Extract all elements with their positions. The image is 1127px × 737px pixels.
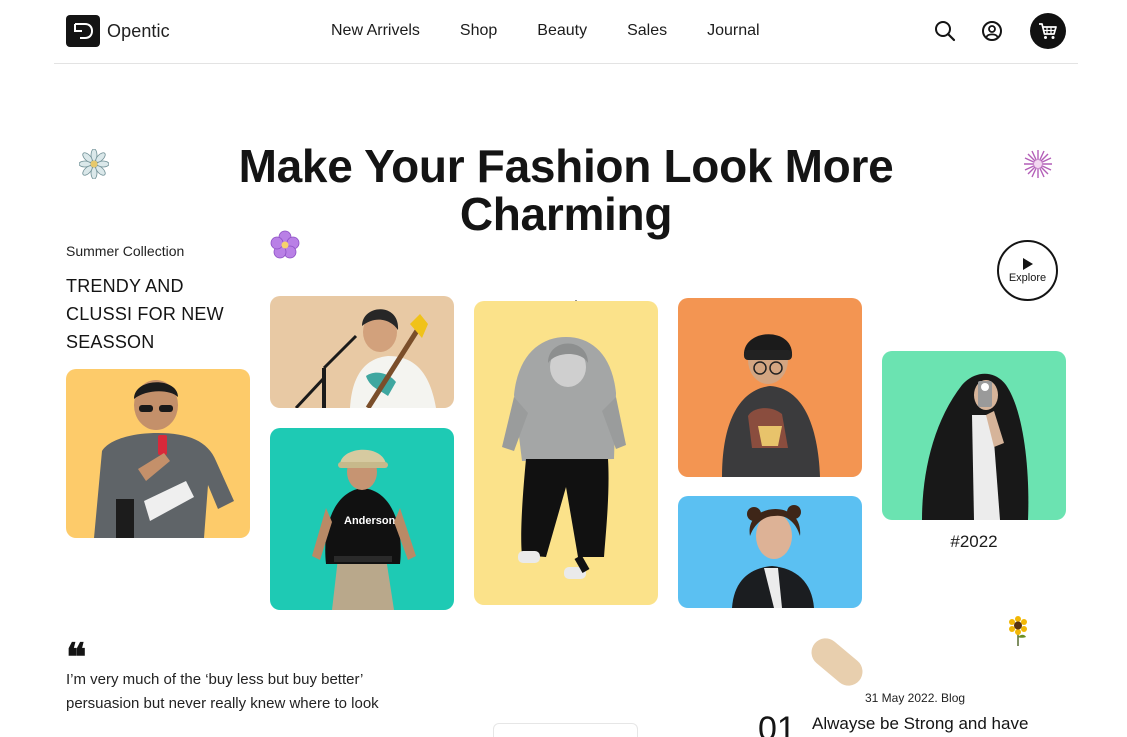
nav-item-journal[interactable]: Journal bbox=[707, 21, 759, 41]
photo-card-selfie[interactable] bbox=[882, 351, 1066, 520]
photo-card-bucket-hat[interactable]: Anderson bbox=[270, 428, 454, 610]
hero-headline: Make Your Fashion Look More Charming bbox=[238, 140, 894, 240]
main-nav: New Arrivels Shop Beauty Sales Journal bbox=[331, 21, 760, 41]
pink-daisy-icon bbox=[1022, 148, 1054, 185]
person-photo bbox=[922, 373, 1029, 520]
user-circle-icon[interactable] bbox=[981, 20, 1003, 42]
person-photo bbox=[732, 505, 814, 608]
nav-item-new-arrivals[interactable]: New Arrivels bbox=[331, 21, 420, 41]
play-icon bbox=[1022, 257, 1033, 270]
explore-label: Explore bbox=[1008, 271, 1047, 284]
person-photo: Anderson bbox=[312, 449, 416, 610]
svg-text:Anderson: Anderson bbox=[344, 515, 396, 527]
photo-card-curly-hair[interactable] bbox=[678, 496, 862, 608]
testimonial-text: I’m very much of the ‘buy less but buy b… bbox=[66, 671, 379, 712]
person-photo bbox=[722, 334, 820, 477]
photo-card-hoodie[interactable] bbox=[474, 301, 658, 605]
purple-flower-icon bbox=[270, 230, 300, 265]
year-tag: #2022 bbox=[950, 532, 998, 551]
person-photo bbox=[94, 380, 234, 538]
nav-item-sales[interactable]: Sales bbox=[627, 21, 667, 41]
opentic-logo-icon bbox=[66, 15, 100, 47]
blog-title[interactable]: Alwayse be Strong and have bbox=[812, 714, 1028, 734]
blog-number: 01 bbox=[758, 710, 796, 737]
site-header: Opentic New Arrivels Shop Beauty Sales J… bbox=[54, 0, 1078, 64]
sunflower-icon bbox=[1006, 615, 1030, 652]
bottom-card bbox=[493, 723, 638, 737]
blog-meta: 31 May 2022. Blog bbox=[865, 691, 966, 705]
shopping-cart-icon[interactable] bbox=[1030, 13, 1066, 49]
decorative-shape bbox=[805, 632, 869, 692]
photo-card-guitarist[interactable] bbox=[270, 296, 454, 408]
photo-card-sunglasses[interactable] bbox=[66, 369, 250, 538]
person-photo bbox=[294, 309, 436, 408]
collection-label: Summer Collection bbox=[66, 243, 185, 259]
explore-button[interactable]: Explore bbox=[997, 240, 1058, 301]
brand-logo[interactable]: Opentic bbox=[66, 15, 170, 47]
photo-card-beanie[interactable] bbox=[678, 298, 862, 477]
nav-item-shop[interactable]: Shop bbox=[460, 21, 497, 41]
search-icon[interactable] bbox=[934, 20, 956, 42]
brand-name: Opentic bbox=[107, 20, 170, 41]
daisy-flower-icon bbox=[78, 148, 110, 184]
collection-title: TRENDY AND CLUSSI FOR NEW SEASSON bbox=[66, 276, 224, 352]
person-photo bbox=[502, 337, 626, 579]
nav-item-beauty[interactable]: Beauty bbox=[537, 21, 587, 41]
